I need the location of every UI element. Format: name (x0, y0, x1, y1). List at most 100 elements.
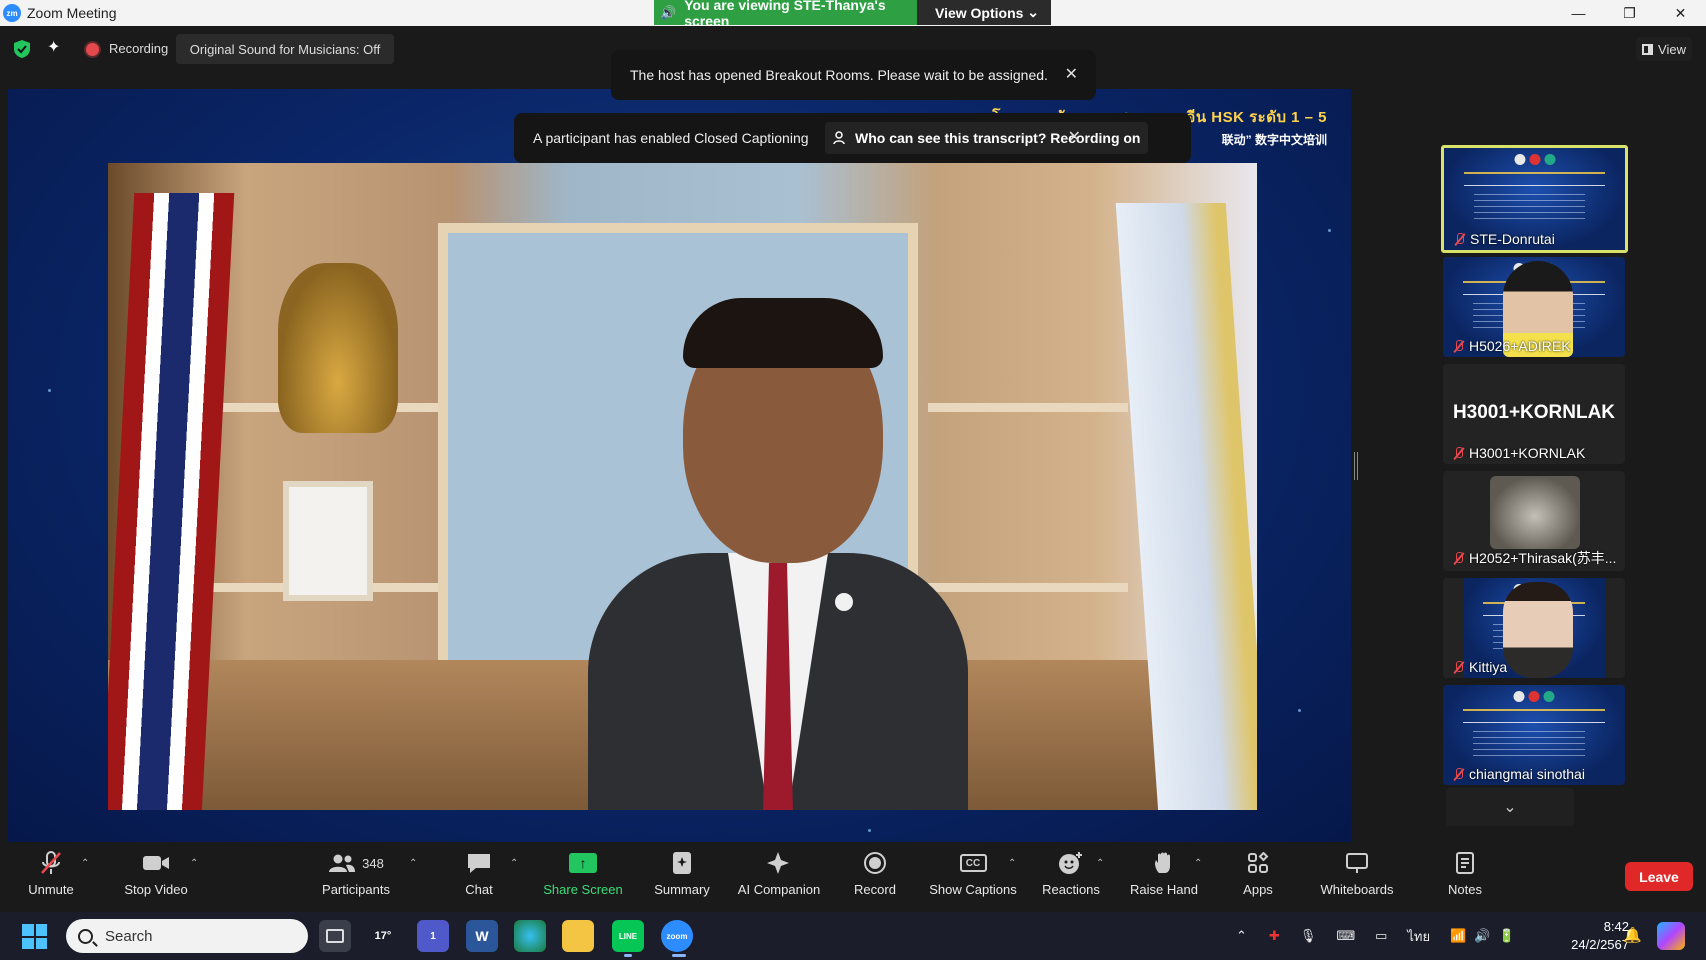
weather-icon[interactable]: 17° (367, 920, 399, 952)
tray-app-icon[interactable]: ✚ (1269, 928, 1280, 944)
chat-options-caret[interactable]: ⌃ (510, 858, 518, 869)
audio-options-caret[interactable]: ⌃ (81, 858, 89, 869)
view-options-button[interactable]: View Options ⌄ (917, 0, 1051, 25)
line-app-icon[interactable]: LINE (612, 920, 644, 952)
notification-bell-icon[interactable]: 🔔 (1623, 926, 1642, 944)
minimize-button[interactable]: — (1553, 0, 1604, 26)
task-view-icon[interactable] (319, 920, 351, 952)
unmute-button[interactable]: Unmute (22, 848, 80, 908)
share-screen-icon: ↑ (569, 853, 597, 873)
participant-tile[interactable]: H2052+Thirasak(苏丰... (1443, 471, 1625, 571)
view-label: View (1658, 41, 1686, 57)
ai-companion-button[interactable]: AI Companion (733, 848, 825, 908)
viewing-screen-indicator: 🔊 You are viewing STE-Thanya's screen (654, 0, 917, 29)
muted-mic-icon (1453, 339, 1464, 353)
captions-options-caret[interactable]: ⌃ (1008, 858, 1016, 869)
reactions-label: Reactions (1042, 882, 1100, 897)
notes-button[interactable]: Notes (1446, 848, 1484, 908)
clock-date: 24/2/2567 (1571, 937, 1629, 952)
edge-browser-icon[interactable] (514, 920, 546, 952)
teams-icon[interactable]: 1 (417, 920, 449, 952)
ai-sparkle-icon[interactable]: ✦ (47, 37, 60, 57)
close-window-button[interactable]: ✕ (1655, 0, 1706, 26)
reactions-options-caret[interactable]: ⌃ (1096, 858, 1104, 869)
slide-subheading: 联动” 数字中文培训 (1221, 133, 1327, 147)
chat-label: Chat (465, 882, 493, 897)
clock-time: 8:42 (1603, 919, 1629, 934)
participant-name: H5026+ADIREK (1469, 338, 1571, 354)
chat-button[interactable]: Chat (459, 848, 499, 908)
teams-badge: 1 (430, 930, 436, 942)
participant-tile[interactable]: H3001+KORNLAK H3001+KORNLAK (1443, 364, 1625, 464)
speaker-hair (683, 298, 883, 368)
video-options-caret[interactable]: ⌃ (190, 858, 198, 869)
chevron-down-icon: ⌄ (1027, 4, 1039, 20)
raise-hand-icon (1153, 848, 1175, 878)
participants-button[interactable]: 348 Participants (318, 848, 394, 908)
view-layout-button[interactable]: View (1636, 37, 1692, 61)
raise-hand-label: Raise Hand (1130, 882, 1198, 897)
speaker-video (108, 163, 1257, 810)
close-icon[interactable]: ✕ (1068, 127, 1081, 147)
security-shield-icon[interactable] (12, 39, 32, 59)
share-screen-button[interactable]: ↑ Share Screen (538, 848, 628, 908)
restore-button[interactable]: ❐ (1604, 0, 1655, 26)
participants-icon: 348 (328, 848, 384, 878)
volume-icon[interactable]: 🔊 (1474, 928, 1490, 944)
recording-label[interactable]: Recording (109, 41, 168, 56)
wifi-icon[interactable]: 📶 (1450, 928, 1466, 944)
original-sound-button[interactable]: Original Sound for Musicians: Off (176, 34, 394, 64)
leave-button[interactable]: Leave (1625, 862, 1693, 891)
emoji-plus-icon (1058, 848, 1084, 878)
transcript-link-label: Who can see this transcript? Recording o… (855, 130, 1141, 146)
participant-tile[interactable]: STE-Donrutai (1441, 145, 1628, 253)
stop-video-button[interactable]: Stop Video (117, 848, 195, 908)
grid-layout-icon (1642, 43, 1654, 55)
taskbar-search[interactable]: Search (66, 919, 308, 953)
raise-hand-button[interactable]: Raise Hand (1128, 848, 1200, 908)
tablet-mode-icon[interactable]: ▭ (1375, 928, 1387, 944)
participant-name: H2052+Thirasak(苏丰... (1469, 550, 1617, 566)
copilot-icon[interactable] (1657, 922, 1685, 950)
zoom-logo-icon: zm (3, 4, 21, 22)
closed-captioning-notification: A participant has enabled Closed Caption… (514, 113, 1191, 163)
summary-document-icon (671, 848, 693, 878)
show-captions-button[interactable]: CC Show Captions (927, 848, 1019, 908)
recording-dot-icon (86, 43, 99, 56)
battery-icon[interactable]: 🔋 (1499, 928, 1515, 944)
word-icon[interactable]: W (466, 920, 498, 952)
transcript-visibility-button[interactable]: Who can see this transcript? Recording o… (825, 122, 1149, 154)
whiteboards-label: Whiteboards (1320, 882, 1394, 897)
reactions-button[interactable]: Reactions (1040, 848, 1102, 908)
participants-label: Participants (322, 882, 390, 897)
record-icon-wrap (864, 848, 886, 878)
whiteboards-button[interactable]: Whiteboards (1318, 848, 1396, 908)
participant-tile[interactable]: chiangmai sinothai (1443, 685, 1625, 785)
participant-tile[interactable]: H5026+ADIREK (1443, 257, 1625, 357)
keyboard-icon[interactable]: ⌨ (1336, 928, 1355, 944)
close-icon[interactable]: ✕ (1065, 64, 1078, 84)
summary-button[interactable]: Summary (649, 848, 715, 908)
background-star (1328, 229, 1331, 232)
file-explorer-icon[interactable] (562, 920, 594, 952)
taskbar-clock[interactable]: 8:42 24/2/2567 (1569, 918, 1629, 954)
input-language[interactable]: ไทย (1407, 926, 1430, 947)
show-hidden-icons-chevron-icon[interactable]: ⌃ (1236, 928, 1247, 944)
raise-hand-options-caret[interactable]: ⌃ (1194, 858, 1202, 869)
participant-tile[interactable]: Kittiya (1443, 578, 1625, 678)
shared-screen[interactable]: โครงการพัฒนาครูสอนภาษาจีน HSK ระดับ 1 – … (8, 89, 1351, 842)
breakout-notification-text: The host has opened Breakout Rooms. Plea… (630, 67, 1048, 83)
microphone-icon[interactable]: 🎙 (1300, 928, 1317, 944)
apps-button[interactable]: Apps (1241, 848, 1275, 908)
panel-resize-handle[interactable] (1354, 452, 1358, 480)
participants-options-caret[interactable]: ⌃ (409, 858, 417, 869)
zoom-app-icon[interactable]: zoom (661, 920, 693, 952)
gallery-scroll-down-button[interactable]: ⌄ (1446, 788, 1574, 826)
video-camera-icon (142, 848, 170, 878)
closed-captions-icon: CC (959, 854, 987, 872)
share-screen-icon-wrap: ↑ (569, 848, 597, 878)
title-bar: zm Zoom Meeting 🔊 You are viewing STE-Th… (0, 0, 1706, 29)
windows-start-icon[interactable] (22, 924, 47, 949)
record-button[interactable]: Record (854, 848, 896, 908)
muted-mic-icon (1453, 446, 1464, 460)
